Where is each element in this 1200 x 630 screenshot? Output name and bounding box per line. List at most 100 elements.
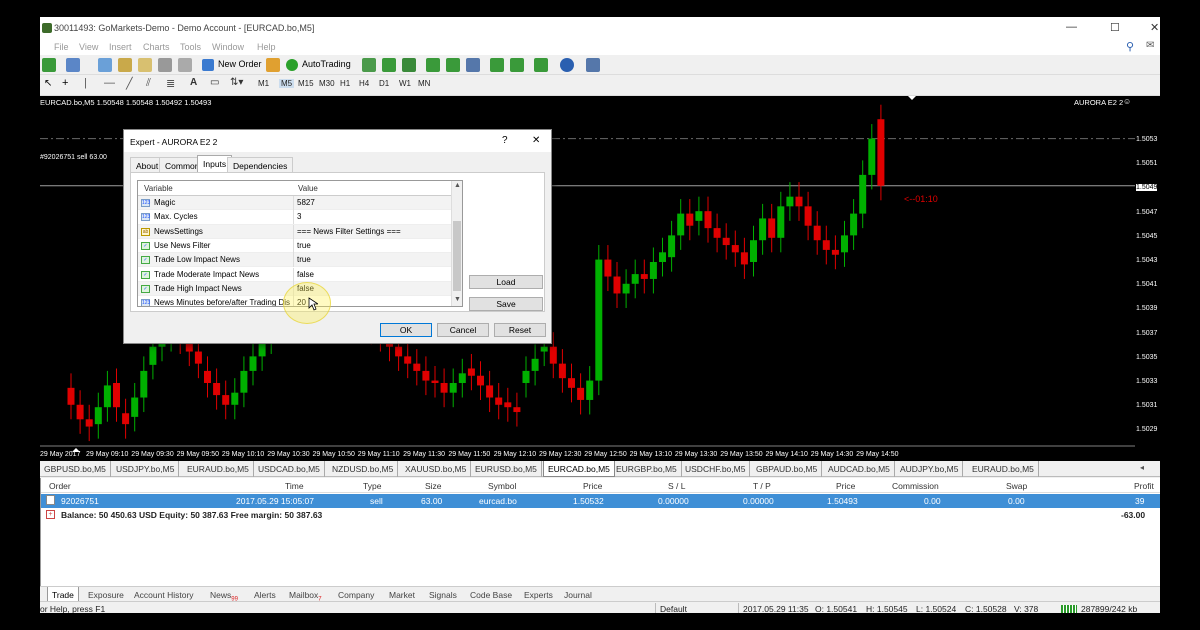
chart-shift-icon[interactable] [490, 58, 504, 72]
terminal-tab-signals[interactable]: Signals [429, 590, 457, 600]
col-swap[interactable]: Swap [1006, 481, 1027, 491]
new-chart-icon[interactable] [42, 58, 56, 72]
trendline-icon[interactable]: ╱ [126, 77, 133, 90]
symbol-tab[interactable]: EURAUD.bo,M5 [183, 461, 254, 477]
symbol-tab[interactable]: NZDUSD.bo,M5 [328, 461, 399, 477]
param-value[interactable]: === News Filter Settings === [297, 227, 401, 236]
menu-file[interactable]: File [54, 42, 69, 52]
periods-icon[interactable] [560, 58, 574, 72]
indicators-icon[interactable] [534, 58, 548, 72]
zoom-out-icon[interactable] [446, 58, 460, 72]
col-commission[interactable]: Commission [892, 481, 939, 491]
label-tool-icon[interactable]: ▭ [210, 77, 219, 88]
col-order[interactable]: Order [49, 481, 71, 491]
terminal-tab-exposure[interactable]: Exposure [88, 590, 124, 600]
expand-icon[interactable]: + [46, 510, 55, 519]
symbol-tab[interactable]: EURCAD.bo,M5 [543, 461, 615, 477]
terminal-tab-experts[interactable]: Experts [524, 590, 553, 600]
terminal-tab-account-history[interactable]: Account History [134, 590, 194, 600]
templates-icon[interactable] [586, 58, 600, 72]
scroll-thumb[interactable] [453, 221, 461, 291]
maximize-button[interactable]: ☐ [1110, 21, 1120, 34]
search-icon[interactable]: ⚲ [1126, 40, 1134, 53]
col-value[interactable]: Value [298, 184, 318, 193]
menu-view[interactable]: View [79, 42, 98, 52]
symbol-tab[interactable]: USDCAD.bo,M5 [254, 461, 325, 477]
terminal-tab-code-base[interactable]: Code Base [470, 590, 512, 600]
param-value[interactable]: true [297, 255, 311, 264]
input-param-row[interactable]: 123 Magic 5827 [138, 196, 451, 211]
symbol-tab[interactable]: XAUUSD.bo,M5 [401, 461, 472, 477]
col-size[interactable]: Size [425, 481, 442, 491]
timeframe-m15[interactable]: M15 [298, 79, 314, 88]
col-cur-price[interactable]: Price [836, 481, 855, 491]
vertical-line-icon[interactable]: | [84, 77, 87, 89]
new-order-button[interactable]: New Order [200, 57, 265, 73]
menu-window[interactable]: Window [212, 42, 244, 52]
fibonacci-icon[interactable]: ≣ [166, 77, 175, 90]
tabs-scroll-icon[interactable]: ◂ [1140, 463, 1144, 472]
menu-charts[interactable]: Charts [143, 42, 170, 52]
col-type[interactable]: Type [363, 481, 381, 491]
timeframe-m1[interactable]: M1 [258, 79, 269, 88]
timeframe-w1[interactable]: W1 [399, 79, 411, 88]
autotrading-button[interactable]: AutoTrading [284, 57, 354, 73]
col-variable[interactable]: Variable [144, 184, 173, 193]
text-tool-icon[interactable]: A [190, 77, 197, 88]
scroll-down-icon[interactable]: ▼ [454, 296, 461, 303]
col-time[interactable]: Time [285, 481, 304, 491]
terminal-tab-trade[interactable]: Trade [47, 587, 79, 602]
bar-chart-icon[interactable] [362, 58, 376, 72]
crosshair-icon[interactable]: + [62, 77, 68, 89]
timeframe-h1[interactable]: H1 [340, 79, 350, 88]
col-profit[interactable]: Profit [1134, 481, 1154, 491]
scroll-up-icon[interactable]: ▲ [454, 182, 461, 189]
strategy-tester-icon[interactable] [178, 58, 192, 72]
param-value[interactable]: true [297, 241, 311, 250]
menu-insert[interactable]: Insert [109, 42, 132, 52]
dialog-close-button[interactable]: ✕ [532, 135, 540, 146]
col-sl[interactable]: S / L [668, 481, 685, 491]
dialog-help-button[interactable]: ? [502, 135, 508, 146]
symbol-tab[interactable]: EURGBP.bo,M5 [612, 461, 682, 477]
horizontal-line-icon[interactable]: — [104, 77, 115, 89]
channel-icon[interactable]: ⫽ [146, 77, 151, 90]
input-param-row[interactable]: ✓ Use News Filter true [138, 238, 451, 254]
col-symbol[interactable]: Symbol [488, 481, 516, 491]
timeframe-h4[interactable]: H4 [359, 79, 369, 88]
symbol-tab[interactable]: USDCHF.bo,M5 [681, 461, 751, 477]
input-param-row[interactable]: ✓ Trade Moderate Impact News false [138, 267, 451, 282]
reset-button[interactable]: Reset [494, 323, 546, 337]
save-button[interactable]: Save [469, 297, 543, 311]
data-window-icon[interactable] [118, 58, 132, 72]
open-order-row[interactable]: 92026751 2017.05.29 15:05:07 sell 63.00 … [41, 494, 1160, 508]
market-watch-icon[interactable] [98, 58, 112, 72]
autoscroll-icon[interactable] [510, 58, 524, 72]
param-value[interactable]: 3 [297, 212, 301, 221]
timeframe-m30[interactable]: M30 [319, 79, 335, 88]
symbol-tab[interactable]: GBPUSD.bo,M5 [40, 461, 111, 477]
chat-icon[interactable]: ✉ [1146, 40, 1154, 51]
status-profile[interactable]: Default [660, 604, 687, 613]
timeframe-d1[interactable]: D1 [379, 79, 389, 88]
symbol-tab[interactable]: EURUSD.bo,M5 [471, 461, 542, 477]
zoom-in-icon[interactable] [426, 58, 440, 72]
line-chart-icon[interactable] [402, 58, 416, 72]
load-button[interactable]: Load [469, 275, 543, 289]
arrows-icon[interactable]: ⇅▾ [230, 77, 243, 88]
symbol-tab[interactable]: GBPAUD.bo,M5 [752, 461, 823, 477]
input-param-row[interactable]: ab NewsSettings === News Filter Settings =… [138, 224, 451, 239]
timeframe-mn[interactable]: MN [418, 79, 430, 88]
navigator-icon[interactable] [138, 58, 152, 72]
menu-help[interactable]: Help [257, 42, 276, 52]
tab-dependencies[interactable]: Dependencies [227, 157, 294, 172]
terminal-tab-company[interactable]: Company [338, 590, 374, 600]
input-param-row[interactable]: ✓ Trade Low Impact News true [138, 253, 451, 268]
param-value[interactable]: 5827 [297, 198, 315, 207]
metaeditor-icon[interactable] [266, 58, 280, 72]
terminal-tab-journal[interactable]: Journal [564, 590, 592, 600]
candlestick-icon[interactable] [382, 58, 396, 72]
timeframe-m5[interactable]: M5 [279, 79, 295, 88]
symbol-tab[interactable]: EURAUD.bo,M5 [968, 461, 1039, 477]
col-price[interactable]: Price [583, 481, 602, 491]
